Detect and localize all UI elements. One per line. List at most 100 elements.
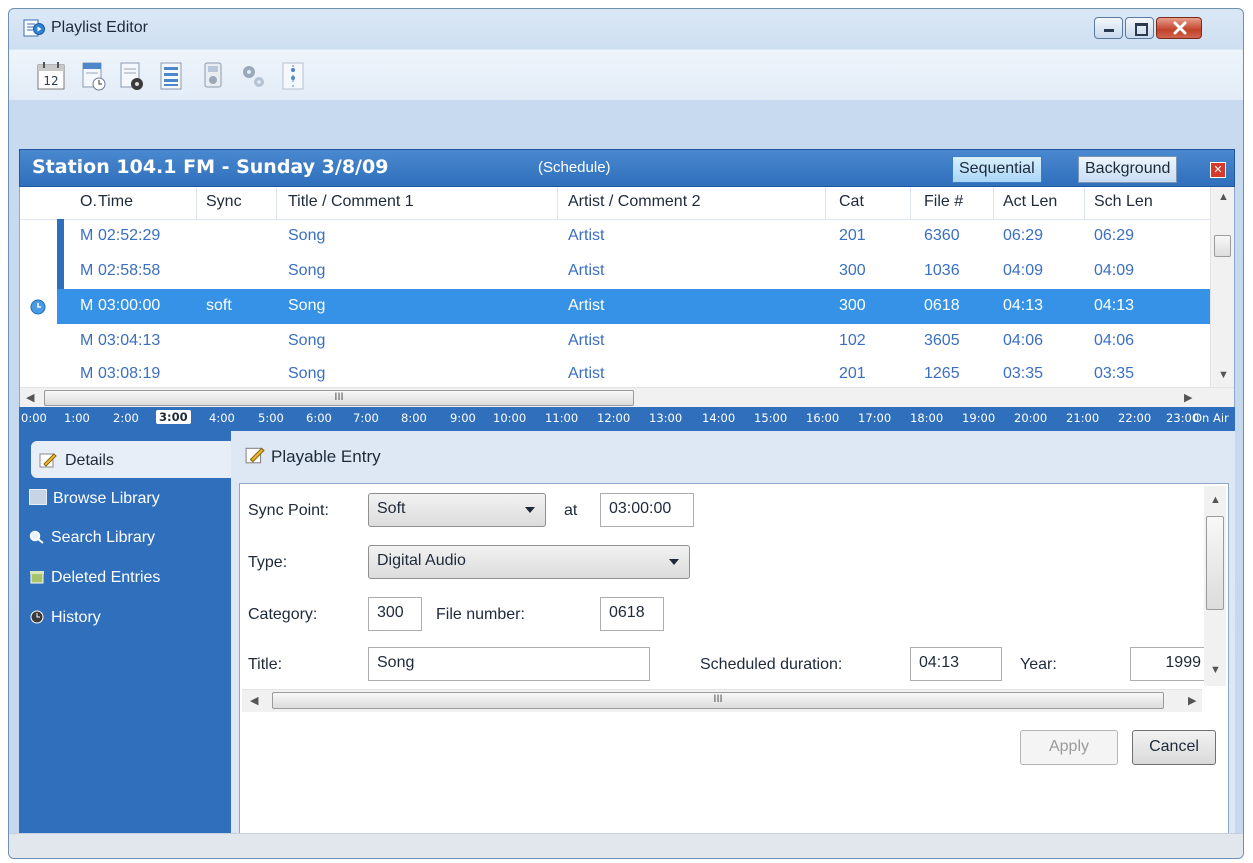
playlist-grid: O. Time Sync Title / Comment 1 Artist / … [19, 187, 1235, 408]
apply-button[interactable]: Apply [1020, 730, 1118, 765]
timeline-hour[interactable]: 18:00 [910, 411, 943, 425]
column-header-cat[interactable]: Cat [839, 193, 864, 211]
schedule-close-icon[interactable]: ✕ [1210, 162, 1226, 178]
media-player-icon[interactable] [197, 60, 229, 92]
grid-vertical-scrollbar[interactable]: ▲ ▼ [1210, 187, 1234, 387]
schedule-clock-icon[interactable] [77, 60, 109, 92]
timeline-hour[interactable]: 6:00 [306, 411, 332, 425]
column-header-time[interactable]: Time [98, 193, 133, 211]
timeline-hour[interactable]: 21:00 [1066, 411, 1099, 425]
timeline-hour[interactable]: 4:00 [209, 411, 235, 425]
table-row[interactable]: M 03:04:13 Song Artist 102 3605 04:06 04… [64, 324, 1210, 359]
scroll-down-icon[interactable]: ▼ [1218, 369, 1229, 381]
category-field[interactable]: 300 [368, 597, 422, 631]
column-header-sch-len[interactable]: Sch Len [1094, 193, 1153, 211]
timeline-hour[interactable]: 0:00 [21, 411, 47, 425]
cell-artist: Artist [568, 332, 605, 349]
timeline-hour[interactable]: 9:00 [450, 411, 476, 425]
nav-item-history[interactable]: History [29, 609, 101, 627]
column-header-act-len[interactable]: Act Len [1003, 193, 1057, 211]
calendar-icon[interactable]: 12 [35, 60, 67, 92]
scroll-down-icon[interactable]: ▼ [1210, 664, 1221, 676]
timeline-hour[interactable]: 11:00 [545, 411, 578, 425]
scroll-left-icon[interactable]: ◀ [250, 694, 258, 707]
timeline-hour[interactable]: 17:00 [858, 411, 891, 425]
column-header-o[interactable]: O. [80, 193, 97, 211]
timeline-hour[interactable]: 10:00 [493, 411, 526, 425]
table-row[interactable]: M 02:52:29 Song Artist 201 6360 06:29 06… [64, 219, 1210, 254]
timeline-hour[interactable]: 12:00 [597, 411, 630, 425]
column-header-sync[interactable]: Sync [206, 193, 242, 211]
scroll-right-icon[interactable]: ▶ [1188, 694, 1196, 707]
maximize-button[interactable] [1125, 17, 1154, 39]
form-horizontal-scrollbar[interactable]: ◀ III ▶ [242, 689, 1202, 712]
scroll-right-icon[interactable]: ▶ [1184, 391, 1192, 404]
timeline-hour[interactable]: 2:00 [113, 411, 139, 425]
table-row[interactable]: M 02:58:58 Song Artist 300 1036 04:09 04… [64, 254, 1210, 289]
timeline-hour-current[interactable]: 3:00 [156, 410, 191, 424]
cell-o: M [80, 262, 94, 279]
timeline-hour[interactable]: 16:00 [806, 411, 839, 425]
year-field[interactable]: 1999 [1130, 647, 1210, 681]
cell-sch-len: 04:13 [1094, 297, 1135, 314]
cell-time: 03:00:00 [98, 297, 161, 314]
column-header-title[interactable]: Title / Comment 1 [288, 193, 414, 211]
nav-item-search-library[interactable]: Search Library [29, 529, 155, 547]
timeline-hour[interactable]: 19:00 [962, 411, 995, 425]
nav-item-browse-library[interactable]: Browse Library [29, 489, 160, 508]
nav-item-deleted-entries[interactable]: Deleted Entries [29, 569, 160, 587]
background-button[interactable]: Background [1078, 156, 1178, 183]
on-air-link[interactable]: On Air [1193, 411, 1229, 425]
timeline-hour[interactable]: 15:00 [754, 411, 787, 425]
details-title: Playable Entry [245, 445, 381, 467]
cell-title: Song [288, 262, 326, 279]
form-vscroll-thumb[interactable] [1206, 516, 1224, 610]
scheduled-duration-field[interactable]: 04:13 [910, 647, 1002, 681]
scroll-left-icon[interactable]: ◀ [26, 391, 34, 404]
schedule-disc-icon[interactable] [115, 60, 147, 92]
list-view-icon[interactable] [155, 60, 187, 92]
timeline-hour[interactable]: 7:00 [353, 411, 379, 425]
table-row[interactable]: M 03:08:19 Song Artist 201 1265 03:35 03… [64, 357, 1210, 387]
form-vertical-scrollbar[interactable]: ▲ ▼ [1204, 486, 1226, 686]
status-bar [9, 833, 1243, 858]
title-field[interactable]: Song [368, 647, 650, 681]
scroll-up-icon[interactable]: ▲ [1210, 494, 1221, 506]
details-title-text: Playable Entry [271, 447, 381, 466]
cancel-button[interactable]: Cancel [1132, 730, 1216, 765]
grid-header: O. Time Sync Title / Comment 1 Artist / … [20, 187, 1210, 220]
sync-time-field[interactable]: 03:00:00 [600, 493, 694, 527]
cell-title: Song [288, 227, 326, 244]
close-window-button[interactable] [1156, 17, 1202, 39]
cell-cat: 201 [839, 365, 866, 382]
trash-icon [30, 571, 44, 584]
timeline-hour[interactable]: 22:00 [1118, 411, 1151, 425]
cell-cat: 201 [839, 227, 866, 244]
timeline-hour[interactable]: 8:00 [401, 411, 427, 425]
form-hscroll-thumb[interactable]: III [272, 692, 1164, 709]
timeline-hour[interactable]: 20:00 [1014, 411, 1047, 425]
grid-hscroll-thumb[interactable]: III [44, 390, 634, 406]
table-row-selected[interactable]: M 03:00:00 soft Song Artist 300 0618 04:… [57, 289, 1210, 324]
column-header-file[interactable]: File # [924, 193, 963, 211]
nav-item-details[interactable]: Details [31, 441, 231, 478]
timeline-hour[interactable]: 14:00 [702, 411, 735, 425]
cell-act-len: 04:06 [1003, 332, 1044, 349]
cell-file: 1265 [924, 365, 960, 382]
cell-artist: Artist [568, 297, 605, 314]
timeline-hour[interactable]: 5:00 [258, 411, 284, 425]
sequential-button[interactable]: Sequential [952, 156, 1042, 183]
sync-point-select[interactable]: Soft [368, 493, 546, 527]
timeline-hour[interactable]: 13:00 [649, 411, 682, 425]
type-select[interactable]: Digital Audio [368, 545, 690, 579]
cell-cat: 300 [839, 297, 866, 314]
grid-horizontal-scrollbar[interactable]: ◀ III ▶ [20, 387, 1234, 408]
grid-vscroll-thumb[interactable] [1214, 235, 1231, 257]
file-number-field[interactable]: 0618 [600, 597, 664, 631]
scroll-up-icon[interactable]: ▲ [1218, 191, 1229, 203]
settings-gears-icon[interactable] [237, 60, 269, 92]
timeline-hour[interactable]: 1:00 [64, 411, 90, 425]
minimize-button[interactable] [1094, 17, 1123, 39]
timeline-icon[interactable] [277, 60, 309, 92]
column-header-artist[interactable]: Artist / Comment 2 [568, 193, 700, 211]
